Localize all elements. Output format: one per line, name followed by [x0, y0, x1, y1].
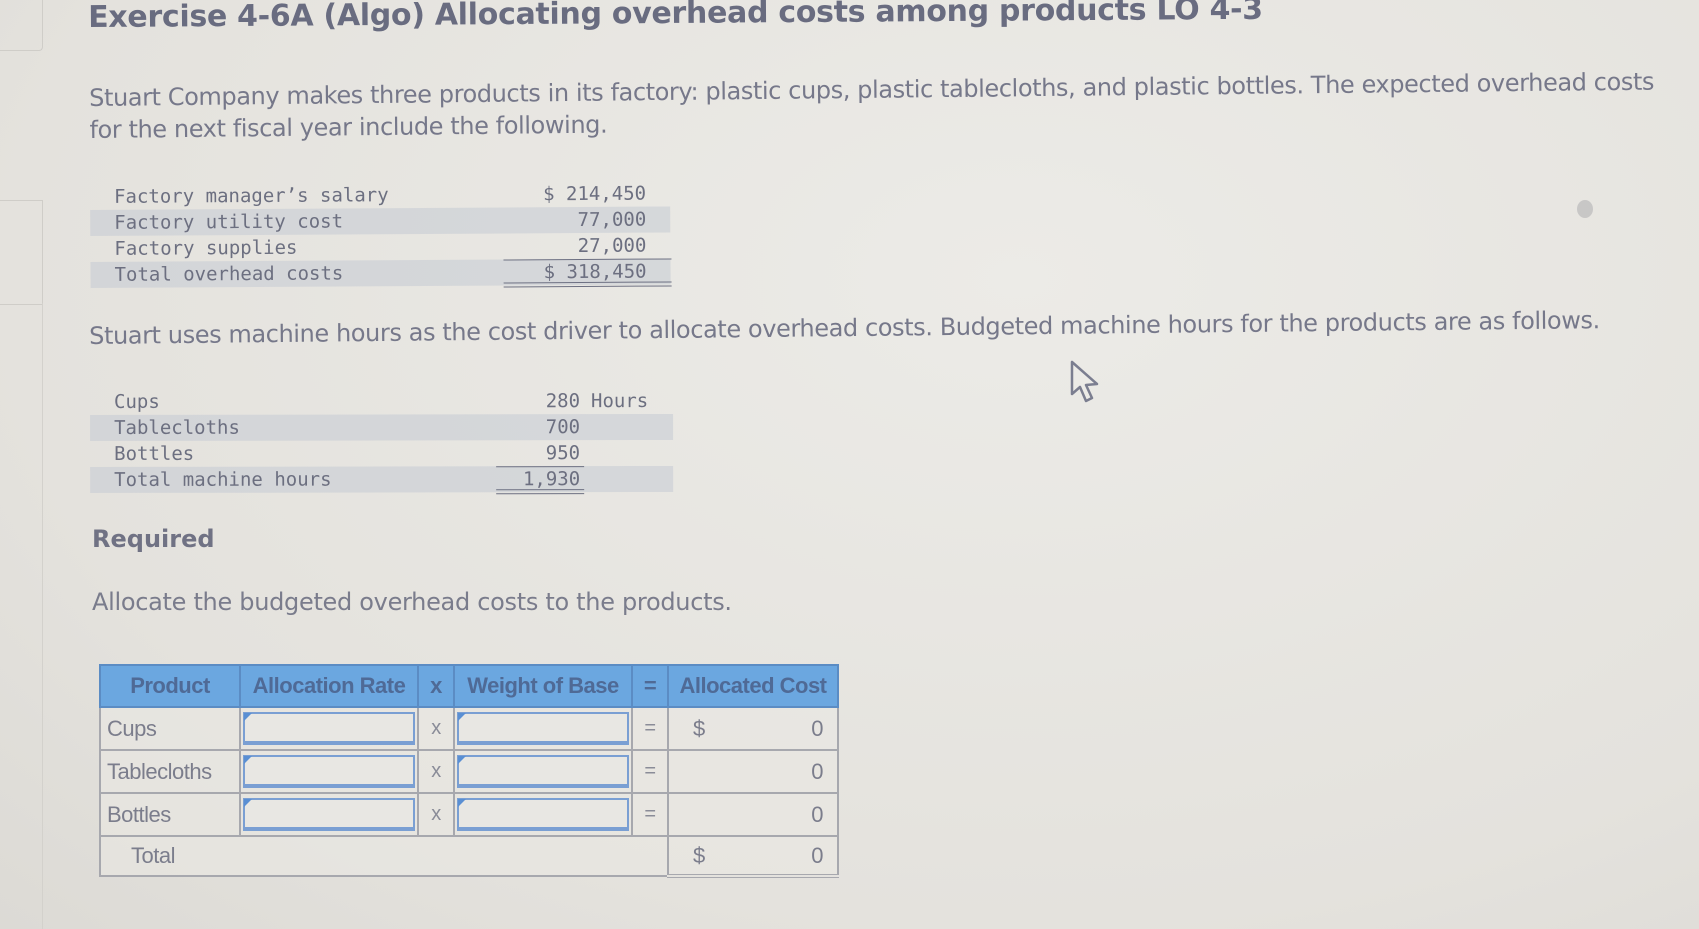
allocation-rate-input-tablecloths[interactable]: [243, 755, 415, 788]
product-name: Bottles: [99, 792, 241, 837]
left-panel-border: [42, 303, 43, 929]
header-times: x: [417, 664, 455, 708]
header-allocated-cost: Allocated Cost: [667, 664, 839, 708]
machine-hours-value: 280: [545, 390, 581, 413]
subtotal-rule: [496, 466, 585, 468]
mouse-cursor-icon: [1070, 360, 1099, 403]
left-panel-tab: [0, 200, 43, 305]
header-allocation-rate: Allocation Rate: [239, 664, 419, 708]
required-heading: Required: [92, 525, 215, 553]
machine-hours-label: Tablecloths: [114, 416, 240, 439]
total-label: Total: [99, 835, 669, 877]
machine-hours-row: Cups 280 Hours: [90, 388, 673, 415]
header-weight-of-base: Weight of Base: [453, 664, 633, 708]
overhead-value: 27,000: [577, 234, 647, 258]
total-double-rule: [503, 281, 672, 288]
overhead-label: Factory utility cost: [114, 210, 344, 234]
equals-sign: =: [631, 749, 669, 794]
machine-hours-row: Bottles 950: [90, 440, 673, 467]
machine-hours-table: Cups 280 Hours Tablecloths 700 Bottles 9…: [90, 388, 674, 495]
exercise-title: Exercise 4-6A (Algo) Allocating overhead…: [88, 0, 1263, 35]
allocation-row-bottles: Bottles x = 0: [99, 792, 839, 837]
overhead-costs-table: Factory manager’s salary $ 214,450 Facto…: [90, 180, 672, 288]
machine-hours-value: 700: [545, 416, 581, 439]
allocation-rate-input-bottles[interactable]: [243, 798, 415, 831]
instruction-text: Allocate the budgeted overhead costs to …: [92, 588, 732, 616]
product-name: Cups: [99, 706, 241, 751]
product-name: Tablecloths: [99, 749, 241, 794]
total-allocated-cost-value: 0: [811, 842, 823, 868]
allocation-rate-input-cups[interactable]: [243, 712, 415, 745]
overhead-row: Factory supplies 27,000: [90, 232, 670, 262]
allocation-row-tablecloths: Tablecloths x = 0: [99, 749, 839, 794]
overhead-label: Factory manager’s salary: [114, 184, 389, 208]
allocation-table: Product Allocation Rate x Weight of Base…: [99, 664, 839, 878]
overhead-value: $ 214,450: [543, 182, 647, 206]
weight-of-base-input-cups[interactable]: [457, 712, 629, 745]
times-sign: x: [417, 792, 455, 837]
screen-smudge: [1577, 200, 1593, 218]
allocated-cost-value: 0: [811, 801, 823, 827]
intro-paragraph: Stuart Company makes three products in i…: [89, 67, 1655, 144]
times-sign: x: [417, 749, 455, 794]
allocation-row-cups: Cups x = $0: [99, 706, 839, 751]
overhead-total-label: Total overhead costs: [114, 262, 344, 286]
machine-hours-label: Cups: [114, 390, 160, 413]
machine-hours-label: Bottles: [114, 442, 195, 465]
machine-hours-row: Tablecloths 700: [90, 413, 674, 441]
header-product: Product: [99, 664, 241, 708]
total-double-rule: [496, 489, 585, 495]
equals-sign: =: [631, 706, 669, 751]
machine-hours-value: 950: [545, 442, 581, 465]
weight-of-base-input-bottles[interactable]: [457, 798, 629, 831]
overhead-value: 77,000: [577, 208, 647, 232]
overhead-row: Factory utility cost 77,000: [90, 206, 671, 236]
overhead-label: Factory supplies: [114, 236, 298, 260]
left-panel-frame: [0, 0, 43, 51]
driver-paragraph: Stuart uses machine hours as the cost dr…: [89, 306, 1600, 350]
machine-hours-unit: Hours: [591, 390, 649, 413]
times-sign: x: [417, 706, 455, 751]
currency-symbol: $: [693, 842, 705, 868]
machine-hours-total-row: Total machine hours 1,930: [90, 465, 674, 493]
allocated-cost-value: 0: [811, 715, 823, 741]
header-equals: =: [631, 664, 669, 708]
allocated-cost-value: 0: [811, 758, 823, 784]
weight-of-base-input-tablecloths[interactable]: [457, 755, 629, 788]
allocation-header-row: Product Allocation Rate x Weight of Base…: [99, 664, 839, 708]
machine-hours-total-label: Total machine hours: [114, 468, 332, 491]
allocation-total-row: Total $0: [99, 835, 839, 878]
equals-sign: =: [631, 792, 669, 837]
overhead-row: Factory manager’s salary $ 214,450: [90, 180, 670, 210]
currency-symbol: $: [693, 715, 705, 741]
